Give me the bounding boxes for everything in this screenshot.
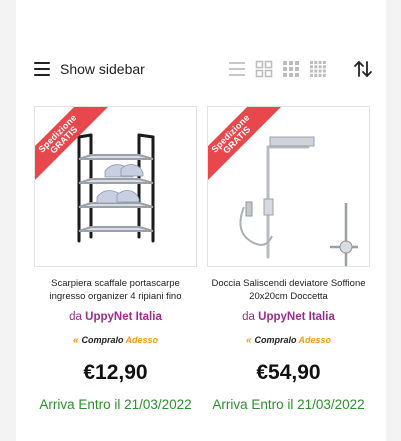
seller-name: UppyNet Italia bbox=[258, 311, 335, 323]
product-card[interactable]: Spedizione GRATIS Scarpiera scaffale por… bbox=[34, 106, 197, 416]
double-chevron-icon: « bbox=[72, 334, 78, 346]
product-title[interactable]: Scarpiera scaffale portascarpe ingresso … bbox=[34, 277, 197, 303]
delivery-estimate: Arriva Entro il 21/03/2022 bbox=[212, 397, 365, 412]
grid-2-icon[interactable] bbox=[255, 60, 273, 78]
buy-word1: Compralo bbox=[254, 335, 297, 345]
product-price: €54,90 bbox=[256, 361, 321, 384]
product-seller[interactable]: da UppyNet Italia bbox=[34, 311, 197, 323]
double-chevron-icon: « bbox=[245, 334, 251, 346]
product-image-frame[interactable]: Spedizione GRATIS bbox=[207, 106, 370, 267]
product-price: €12,90 bbox=[83, 361, 148, 384]
view-switcher bbox=[228, 60, 327, 78]
buy-word2: Adesso bbox=[125, 335, 159, 345]
show-sidebar-button[interactable]: Show sidebar bbox=[34, 58, 145, 80]
buy-word2: Adesso bbox=[298, 335, 332, 345]
shop-toolbar: Show sidebar bbox=[34, 58, 374, 80]
show-sidebar-label: Show sidebar bbox=[60, 61, 145, 77]
delivery-estimate: Arriva Entro il 21/03/2022 bbox=[39, 397, 192, 412]
grid-4-icon[interactable] bbox=[309, 60, 327, 78]
seller-name: UppyNet Italia bbox=[85, 311, 162, 323]
product-seller[interactable]: da UppyNet Italia bbox=[207, 311, 370, 323]
grid-3-icon[interactable] bbox=[282, 60, 300, 78]
product-image-frame[interactable]: Spedizione GRATIS bbox=[34, 106, 197, 267]
seller-prefix: da bbox=[69, 311, 82, 323]
product-card[interactable]: Spedizione GRATIS Doccia Saliscendi devi… bbox=[207, 106, 370, 416]
hamburger-icon bbox=[34, 62, 50, 76]
buy-now-logo[interactable]: « Compralo Adesso bbox=[73, 333, 159, 347]
buy-word1: Compralo bbox=[81, 335, 124, 345]
seller-prefix: da bbox=[242, 311, 255, 323]
product-title[interactable]: Doccia Saliscendi deviatore Soffione 20x… bbox=[207, 277, 370, 303]
list-view-icon[interactable] bbox=[228, 60, 246, 78]
buy-now-logo[interactable]: « Compralo Adesso bbox=[246, 333, 332, 347]
sort-icon[interactable] bbox=[352, 58, 374, 80]
